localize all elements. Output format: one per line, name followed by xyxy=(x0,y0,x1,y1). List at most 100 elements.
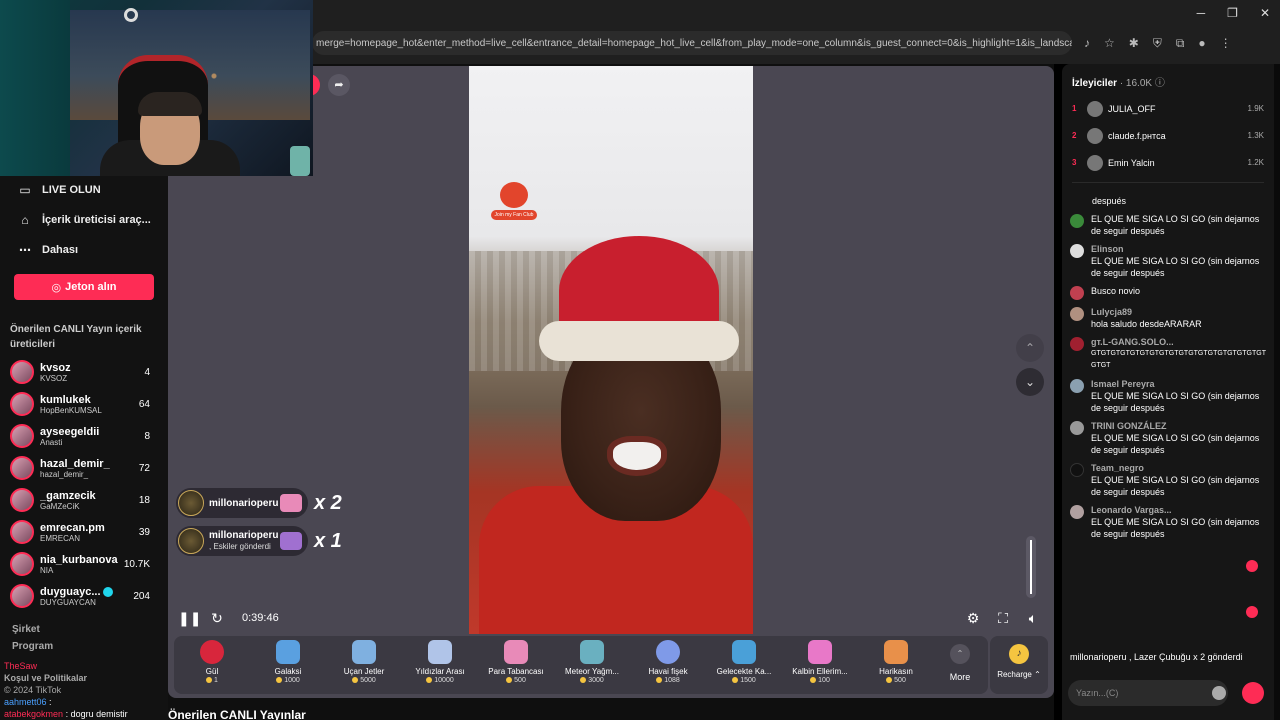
share-icon[interactable]: ➦ xyxy=(328,74,350,96)
top-viewer[interactable]: 2 claude.f.pнтca 1.3K xyxy=(1062,122,1274,149)
close-icon[interactable]: ✕ xyxy=(1260,6,1270,20)
gift-sender: millonarioperu xyxy=(209,530,279,541)
creator-item[interactable]: _gamzecik GaMZeCiK 18 xyxy=(0,484,168,516)
gift-item[interactable]: Havai fişek 1088 xyxy=(630,636,706,694)
creator-item[interactable]: nia_kurbanova NIA 10.7K xyxy=(0,548,168,580)
gift-item[interactable]: Meteor Yağm... 3000 xyxy=(554,636,630,694)
coin-icon xyxy=(206,677,213,684)
message-text: EL QUE ME SIGA LO SI GO (sin dejarnos de… xyxy=(1091,517,1260,539)
fullscreen-icon[interactable]: ⛶ xyxy=(992,604,1014,632)
coin-icon: ◎ xyxy=(51,281,62,294)
money-gun-icon xyxy=(504,640,528,664)
fan-club-badge[interactable]: Join my Fan Club xyxy=(491,182,537,222)
creator-nickname: hazal_demir_ xyxy=(40,469,89,479)
restore-icon[interactable]: ❐ xyxy=(1227,6,1238,20)
avatar xyxy=(1070,463,1084,477)
chat-message: EL QUE ME SIGA LO SI GO (sin dejarnos de… xyxy=(1062,210,1274,240)
viewers-title: İzleyiciler xyxy=(1072,78,1118,89)
stream-time: 0:39:46 xyxy=(242,612,279,624)
top-viewer[interactable]: 3 Emin Yalcin 1.2K xyxy=(1062,149,1274,176)
previous-live-button[interactable]: ⌃ xyxy=(1016,334,1044,362)
top-viewer[interactable]: 1 JULIA_OFF 1.9K xyxy=(1062,95,1274,122)
browser-extension-icons: ♪ ☆ ✱ ⛨ ⧉ ● ⋮ xyxy=(1084,36,1232,51)
address-bar[interactable]: merge=homepage_hot&enter_method=live_cel… xyxy=(312,31,1072,55)
recharge-button[interactable]: ♪ Recharge ⌃ xyxy=(990,636,1048,694)
puzzle-icon[interactable]: ⧉ xyxy=(1176,36,1185,51)
footer-company-link[interactable]: Şirket xyxy=(0,624,168,635)
info-icon[interactable]: ⓘ xyxy=(1155,78,1165,89)
gift-name: Harikasın xyxy=(879,667,913,676)
gift-item[interactable]: Gelecekte Ka... 1500 xyxy=(706,636,782,694)
creator-name: nia_kurbanova xyxy=(40,553,118,566)
overlay-line: © 2024 TikTok xyxy=(4,685,62,695)
message-user: gт.L-GANG.SOLO... xyxy=(1091,337,1174,347)
gift-item[interactable]: Para Tabancası 500 xyxy=(478,636,554,694)
refresh-icon[interactable]: ↻ xyxy=(206,604,228,632)
footer-program-link[interactable]: Program xyxy=(0,641,168,652)
viewer-name: JULIA_OFF xyxy=(1108,103,1156,114)
extension-icon[interactable]: ✱ xyxy=(1129,36,1139,50)
volume-slider[interactable] xyxy=(1026,536,1036,598)
menu-icon[interactable]: ⋮ xyxy=(1220,36,1232,50)
overlay-line: Koşul ve Politikalar xyxy=(4,673,88,683)
shield-icon[interactable]: ⛨ xyxy=(1153,36,1162,51)
tiktok-icon[interactable]: ♪ xyxy=(1084,36,1090,50)
gift-item[interactable]: Uçan Jetler 5000 xyxy=(326,636,402,694)
avatar xyxy=(1087,127,1103,144)
creator-item[interactable]: kumlukek HopBenKUMSAL 64 xyxy=(0,388,168,420)
nav-creator-tools[interactable]: ⌂ İçerik üreticisi araç... xyxy=(0,206,168,234)
pause-icon[interactable]: ❚❚ xyxy=(178,604,201,632)
get-coins-button[interactable]: ◎ Jeton alın xyxy=(14,274,154,300)
creator-nickname: KVSOZ xyxy=(40,373,68,383)
message-user: Elinson xyxy=(1091,244,1124,254)
coin-icon xyxy=(886,677,893,684)
minimize-icon[interactable]: ─ xyxy=(1197,6,1206,20)
gift-name: Havai fişek xyxy=(648,667,688,676)
emoji-icon[interactable] xyxy=(1212,686,1226,700)
overlay-line: TheSaw xyxy=(4,661,38,671)
viewer-count: 8 xyxy=(144,430,150,442)
viewer-rank: 3 xyxy=(1072,158,1077,167)
nav-more[interactable]: ⋯ Dahası xyxy=(0,236,168,264)
next-live-button[interactable]: ⌄ xyxy=(1016,368,1044,396)
chat-message: Elinson EL QUE ME SIGA LO SI GO (sin deja… xyxy=(1062,240,1274,282)
creator-item[interactable]: duyguayc... DUYGUAYCAN 204 xyxy=(0,580,168,612)
creator-item[interactable]: hazal_demir_ hazal_demir_ 72 xyxy=(0,452,168,484)
settings-icon[interactable]: ⚙ xyxy=(962,604,984,632)
interstellar-icon xyxy=(428,640,452,664)
gift-price: 500 xyxy=(514,677,526,684)
gift-item[interactable]: Harikasın 500 xyxy=(858,636,934,694)
creator-item[interactable]: kvsoz KVSOZ 4 xyxy=(0,356,168,388)
more-gifts-button[interactable]: ⌃ More xyxy=(934,636,986,694)
coin-icon xyxy=(732,677,739,684)
gift-item[interactable]: Galaksi 1000 xyxy=(250,636,326,694)
like-heart-button[interactable] xyxy=(1242,682,1264,704)
message-text: hola saludo desdeARARAR xyxy=(1091,319,1202,329)
chat-message: Team_negro EL QUE ME SIGA LO SI GO (sin d… xyxy=(1062,459,1274,501)
more-dots-icon: ⋯ xyxy=(19,243,31,257)
creator-item[interactable]: ayseegeldii Anasti 8 xyxy=(0,420,168,452)
heart-hands-icon xyxy=(808,640,832,664)
gift-multiplier: x 1 xyxy=(314,530,342,552)
creator-item[interactable]: emrecan.pm EMRECAN 39 xyxy=(0,516,168,548)
creator-nickname: Anasti xyxy=(40,437,63,447)
nav-go-live[interactable]: ▭ LIVE OLUN xyxy=(0,176,168,204)
chat-input[interactable]: Yazın...(C) xyxy=(1068,680,1228,706)
gift-item[interactable]: Gül 1 xyxy=(174,636,250,694)
gift-item[interactable]: Kalbin Ellerim... 100 xyxy=(782,636,858,694)
profile-icon[interactable]: ● xyxy=(1198,36,1205,50)
avatar xyxy=(10,392,34,416)
viewer-count: 4 xyxy=(144,366,150,378)
player-controls: ❚❚ ↻ 0:39:46 ⚙ ⛶ 🔈︎ xyxy=(168,604,1054,632)
gift-item[interactable]: Yıldızlar Arası 10000 xyxy=(402,636,478,694)
volume-icon[interactable]: 🔈︎ xyxy=(1022,604,1044,632)
live-video[interactable]: Join my Fan Club xyxy=(469,66,753,634)
nav-label: İçerik üreticisi araç... xyxy=(42,214,151,226)
bookmark-star-icon[interactable]: ☆ xyxy=(1104,36,1115,50)
scrollbar[interactable] xyxy=(1274,64,1280,720)
viewer-count: 18 xyxy=(138,494,150,506)
creator-nickname: EMRECAN xyxy=(40,533,81,543)
chevron-up-icon: ⌃ xyxy=(950,644,970,664)
chat-message: Ismael Pereyra EL QUE ME SIGA LO SI GO (s… xyxy=(1062,375,1274,417)
gift-text: , Eskiler gönderdi xyxy=(209,542,271,551)
